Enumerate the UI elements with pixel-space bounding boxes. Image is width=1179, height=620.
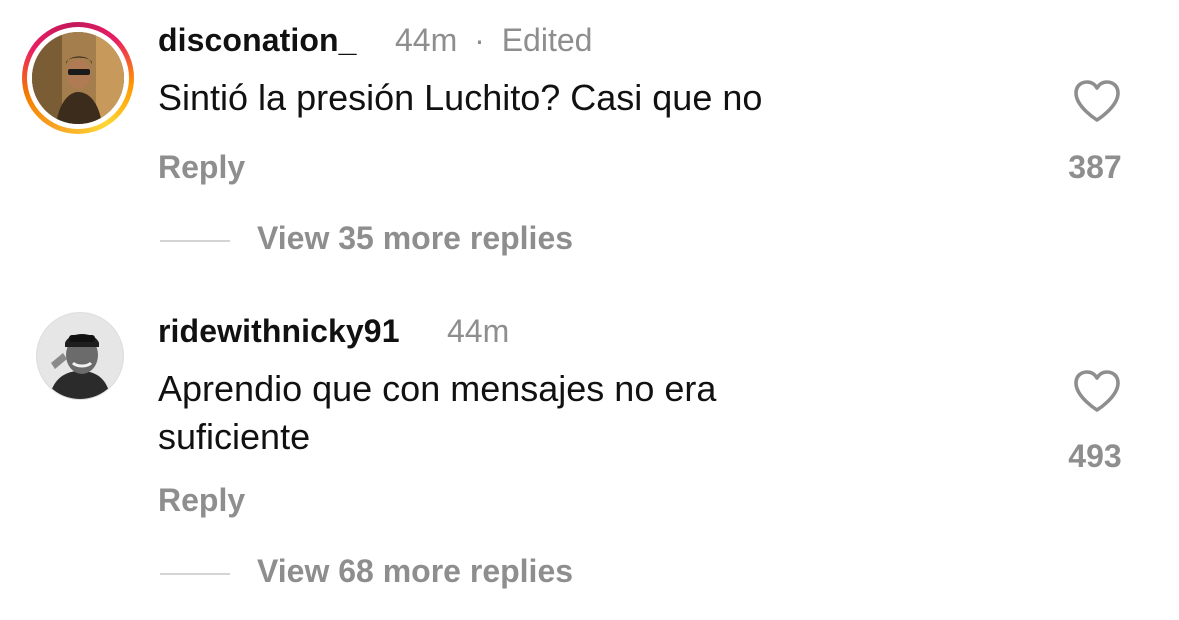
comment-text: Aprendio que con mensajes no era suficie… <box>158 368 717 457</box>
view-more-replies-label: View 68 more replies <box>257 553 574 589</box>
replies-divider-line <box>160 240 230 242</box>
avatar[interactable] <box>36 312 124 400</box>
comment-meta: 44m <box>447 313 509 350</box>
replies-divider-line <box>160 573 230 575</box>
comment-username[interactable]: disconation_ <box>158 22 357 59</box>
comment-username[interactable]: ridewithnicky91 <box>158 313 400 350</box>
like-count: 493 <box>1068 438 1122 474</box>
comment-meta: 44m · Edited <box>395 22 592 59</box>
like-count: 387 <box>1068 149 1122 185</box>
meta-separator: · <box>474 22 485 58</box>
view-more-replies-label: View 35 more replies <box>257 220 574 256</box>
avatar-photo <box>32 32 124 124</box>
view-more-replies-button[interactable]: View 35 more replies <box>160 220 640 260</box>
comment-time: 44m <box>447 313 510 349</box>
avatar-photo <box>37 313 123 399</box>
reply-button[interactable]: Reply <box>158 482 245 519</box>
heart-icon[interactable] <box>1072 368 1122 414</box>
reply-button[interactable]: Reply <box>158 149 245 186</box>
comment-time: 44m <box>395 22 458 58</box>
comment-text: Sintió la presión Luchito? Casi que no <box>158 77 763 118</box>
heart-icon[interactable] <box>1072 78 1122 124</box>
avatar-story-ring[interactable] <box>22 22 134 134</box>
avatar <box>32 32 124 124</box>
edited-label: Edited <box>501 22 593 58</box>
view-more-replies-button[interactable]: View 68 more replies <box>160 553 640 593</box>
